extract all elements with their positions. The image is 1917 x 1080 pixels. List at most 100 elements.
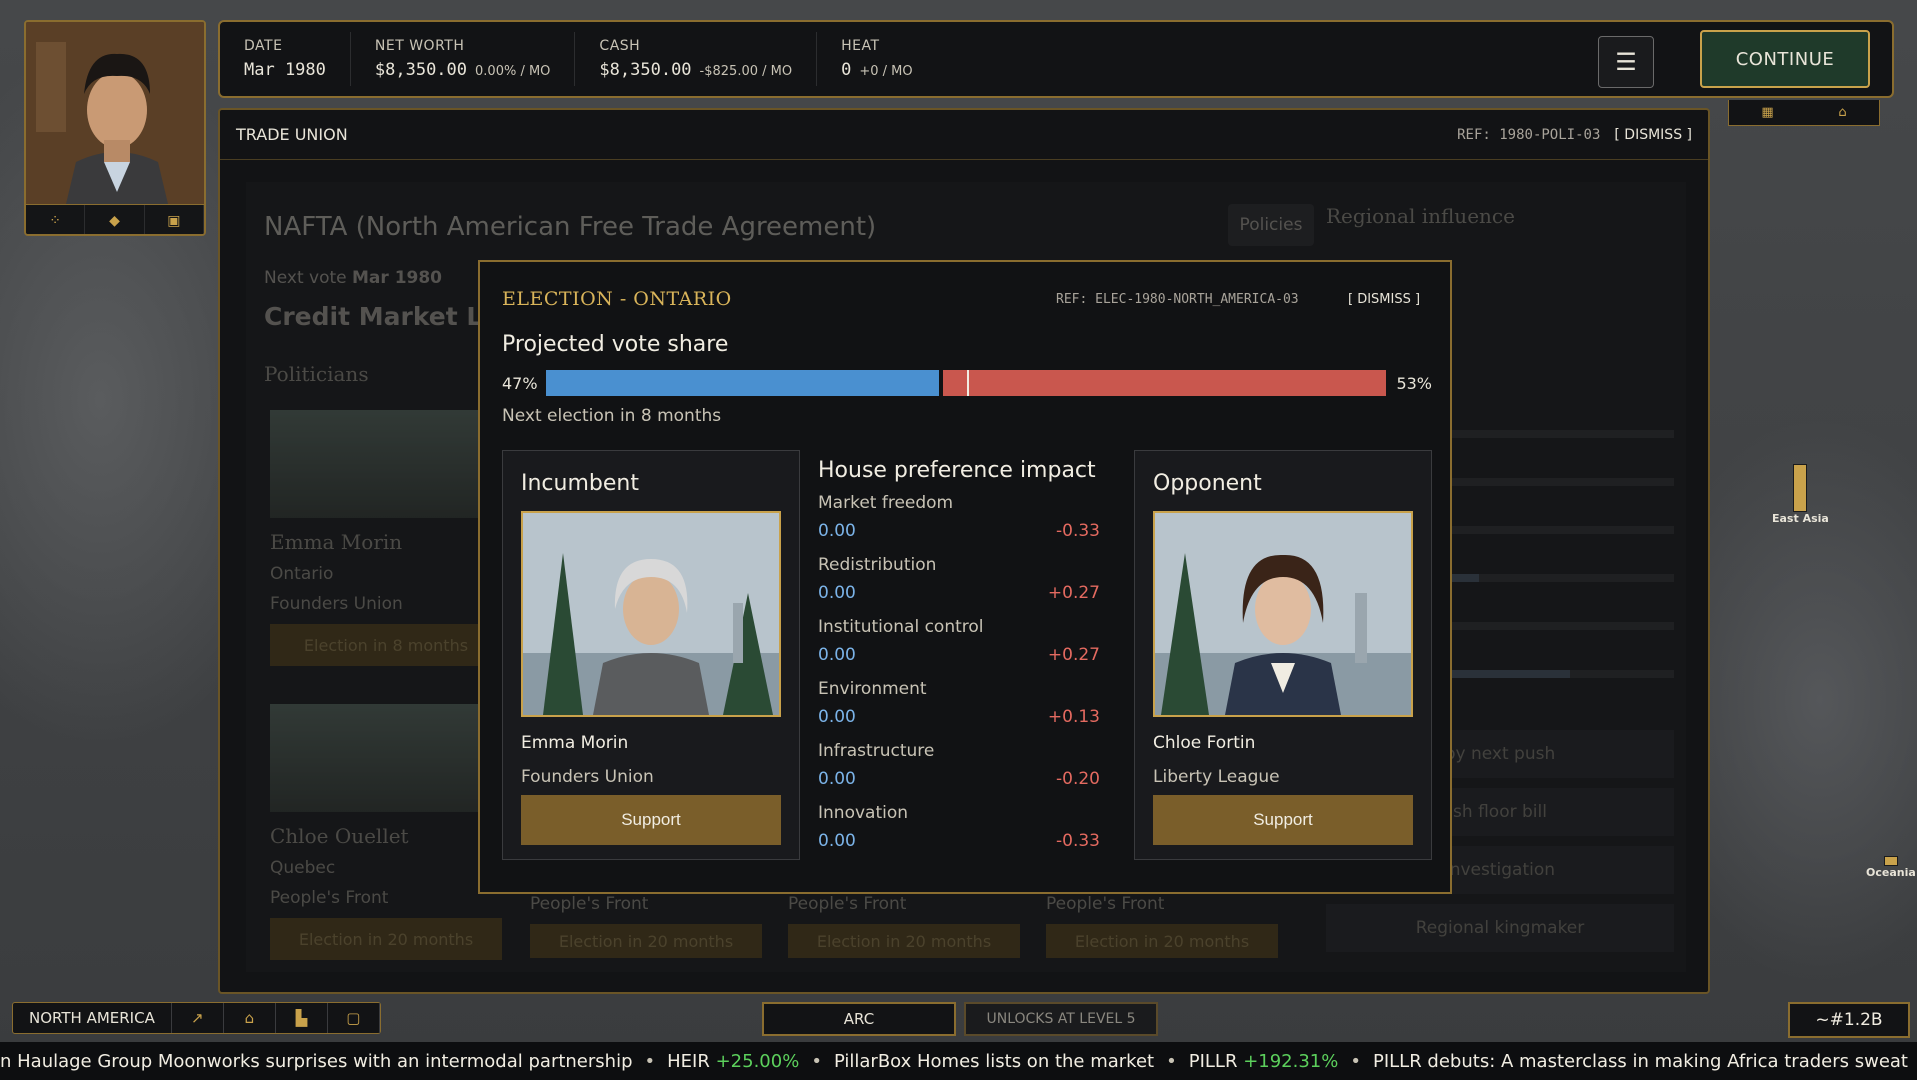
next-vote: Next vote Mar 1980 — [264, 268, 443, 288]
politician-card-partial[interactable]: People's Front Election in 20 months — [530, 884, 762, 958]
politician-party: People's Front — [530, 894, 649, 914]
election-button[interactable]: Election in 20 months — [530, 924, 762, 958]
agreement-title: NAFTA (North American Free Trade Agreeme… — [264, 212, 877, 242]
politician-party: Founders Union — [270, 594, 403, 614]
credit-market-title: Credit Market Lic — [264, 302, 506, 331]
tab-north-america[interactable]: NORTH AMERICA — [13, 1003, 172, 1033]
election-dismiss-button[interactable]: [ DISMISS ] — [1348, 292, 1420, 307]
vote-share-left: 47% — [502, 374, 538, 393]
region-pin — [1883, 856, 1898, 866]
impact-heading: House preference impact — [818, 458, 1096, 483]
election-modal: ELECTION - ONTARIO REF: ELEC-1980-NORTH_… — [478, 260, 1452, 894]
ticker-item: PillarBox Homes lists on the market — [833, 1050, 1155, 1072]
next-election-text: Next election in 8 months — [502, 406, 722, 426]
chart-icon[interactable]: ↗ — [172, 1003, 224, 1033]
network-icon[interactable]: ⁘ — [26, 205, 86, 234]
politician-card-partial[interactable]: People's Front Election in 20 months — [1046, 884, 1278, 958]
date-stat: DATE Mar 1980 — [220, 32, 351, 86]
vote-share-bar: 47% 53% — [502, 370, 1432, 398]
continue-button[interactable]: CONTINUE — [1700, 30, 1870, 88]
networth-label: NET WORTH — [374, 38, 465, 54]
incumbent-portrait — [521, 511, 781, 717]
tab-regional-influence[interactable]: Regional influence — [1326, 204, 1515, 228]
house-icon[interactable]: ⌂ — [1838, 105, 1846, 120]
date-label: DATE — [244, 38, 283, 54]
election-button[interactable]: Election in 20 months — [1046, 924, 1278, 958]
tab-locked: UNLOCKS AT LEVEL 5 — [964, 1002, 1158, 1036]
cash-stat: CASH $8,350.00 -$825.00 / MO — [575, 32, 818, 86]
impact-row: Redistribution 0.00 +0.27 — [818, 555, 1100, 603]
bottom-tab-bar: NORTH AMERICA ↗ ⌂ ▙ ▢ — [12, 1002, 381, 1034]
player-avatar — [26, 22, 204, 204]
election-button[interactable]: Election in 20 months — [788, 924, 1020, 958]
politician-region: Ontario — [270, 564, 334, 584]
briefcase-icon[interactable]: ▣ — [145, 205, 204, 234]
date-value: Mar 1980 — [244, 60, 326, 80]
tab-arc[interactable]: ARC — [762, 1002, 956, 1036]
politician-party: People's Front — [788, 894, 907, 914]
opponent-heading: Opponent — [1153, 471, 1262, 496]
threshold-marker — [967, 370, 969, 396]
politician-party: People's Front — [1046, 894, 1165, 914]
hamburger-menu-icon[interactable]: ☰ — [1598, 36, 1654, 88]
region-marker-oceania[interactable]: Oceania — [1866, 856, 1916, 879]
factory-icon[interactable]: ▙ — [276, 1003, 328, 1033]
player-portrait[interactable]: ⁘ ◆ ▣ — [24, 20, 206, 236]
vote-share-right: 53% — [1396, 374, 1432, 393]
heat-value: 0 — [841, 60, 852, 80]
heat-rate: +0 / MO — [859, 64, 913, 79]
impact-row: Market freedom 0.00 -0.33 — [818, 493, 1100, 541]
incumbent-party: Founders Union — [521, 767, 654, 787]
ticker-gain: +25.00% — [715, 1050, 800, 1072]
politician-name: Chloe Ouellet — [270, 824, 409, 848]
ticker-item: PILLR debuts: A masterclass in making Af… — [1372, 1050, 1908, 1072]
incumbent-name: Emma Morin — [521, 733, 629, 753]
rank-badge[interactable]: ~#1.2B — [1788, 1002, 1910, 1038]
election-ref: REF: ELEC-1980-NORTH_AMERICA-03 — [1056, 292, 1299, 307]
support-opponent-button[interactable]: Support — [1153, 795, 1413, 845]
calendar-icon[interactable]: ▦ — [1761, 105, 1773, 120]
panel-dismiss-button[interactable]: [ DISMISS ] — [1614, 127, 1692, 143]
opponent-card: Opponent Chloe Fortin Liberty League Sup… — [1134, 450, 1432, 860]
networth-value: $8,350.00 — [374, 60, 468, 80]
document-icon[interactable]: ▢ — [328, 1003, 380, 1033]
news-ticker: n Haulage Group Moonworks surprises with… — [0, 1042, 1917, 1080]
house-preference-impact: House preference impact Market freedom 0… — [818, 450, 1116, 855]
panel-title: TRADE UNION — [236, 125, 348, 144]
incumbent-share-bar — [546, 370, 939, 396]
opponent-share-bar — [943, 370, 1386, 396]
cash-value: $8,350.00 — [599, 60, 692, 80]
politician-card[interactable]: Emma Morin Ontario Founders Union Electi… — [270, 410, 502, 666]
politicians-heading: Politicians — [264, 362, 369, 386]
incumbent-card: Incumbent Emma Morin Founders Union Supp… — [502, 450, 800, 860]
election-button[interactable]: Election in 20 months — [270, 918, 502, 960]
ticker-item: n Haulage Group Moonworks surprises with… — [0, 1050, 633, 1072]
panel-ref: REF: 1980-POLI-03 — [1457, 126, 1601, 143]
opponent-name: Chloe Fortin — [1153, 733, 1256, 753]
mini-tray: ▦ ⌂ — [1728, 100, 1880, 126]
politician-party: People's Front — [270, 888, 389, 908]
election-title: ELECTION - ONTARIO — [502, 288, 732, 310]
opponent-party: Liberty League — [1153, 767, 1280, 787]
cash-label: CASH — [599, 38, 641, 54]
election-button[interactable]: Election in 8 months — [270, 624, 502, 666]
tab-policies[interactable]: Policies — [1228, 204, 1314, 246]
politician-card-partial[interactable]: People's Front Election in 20 months — [788, 884, 1020, 958]
top-status-bar: DATE Mar 1980 NET WORTH $8,350.00 0.00% /… — [218, 20, 1894, 98]
impact-row: Innovation 0.00 -0.33 — [818, 803, 1100, 851]
action-button[interactable]: Regional kingmaker — [1326, 904, 1674, 952]
networth-rate: 0.00% / MO — [475, 64, 551, 79]
opponent-portrait — [1153, 511, 1413, 717]
impact-row: Environment 0.00 +0.13 — [818, 679, 1100, 727]
politician-portrait — [270, 410, 502, 518]
region-pin — [1793, 464, 1808, 512]
politician-region: Quebec — [270, 858, 336, 878]
politician-card[interactable]: Chloe Ouellet Quebec People's Front Elec… — [270, 704, 502, 960]
bank-icon[interactable]: ⌂ — [224, 1003, 276, 1033]
heat-stat: HEAT 0 +0 / MO — [817, 32, 937, 86]
diamond-icon[interactable]: ◆ — [85, 205, 145, 234]
support-incumbent-button[interactable]: Support — [521, 795, 781, 845]
region-marker-east-asia[interactable]: East Asia — [1772, 464, 1829, 525]
projected-vote-title: Projected vote share — [502, 332, 729, 357]
politician-portrait — [270, 704, 502, 812]
